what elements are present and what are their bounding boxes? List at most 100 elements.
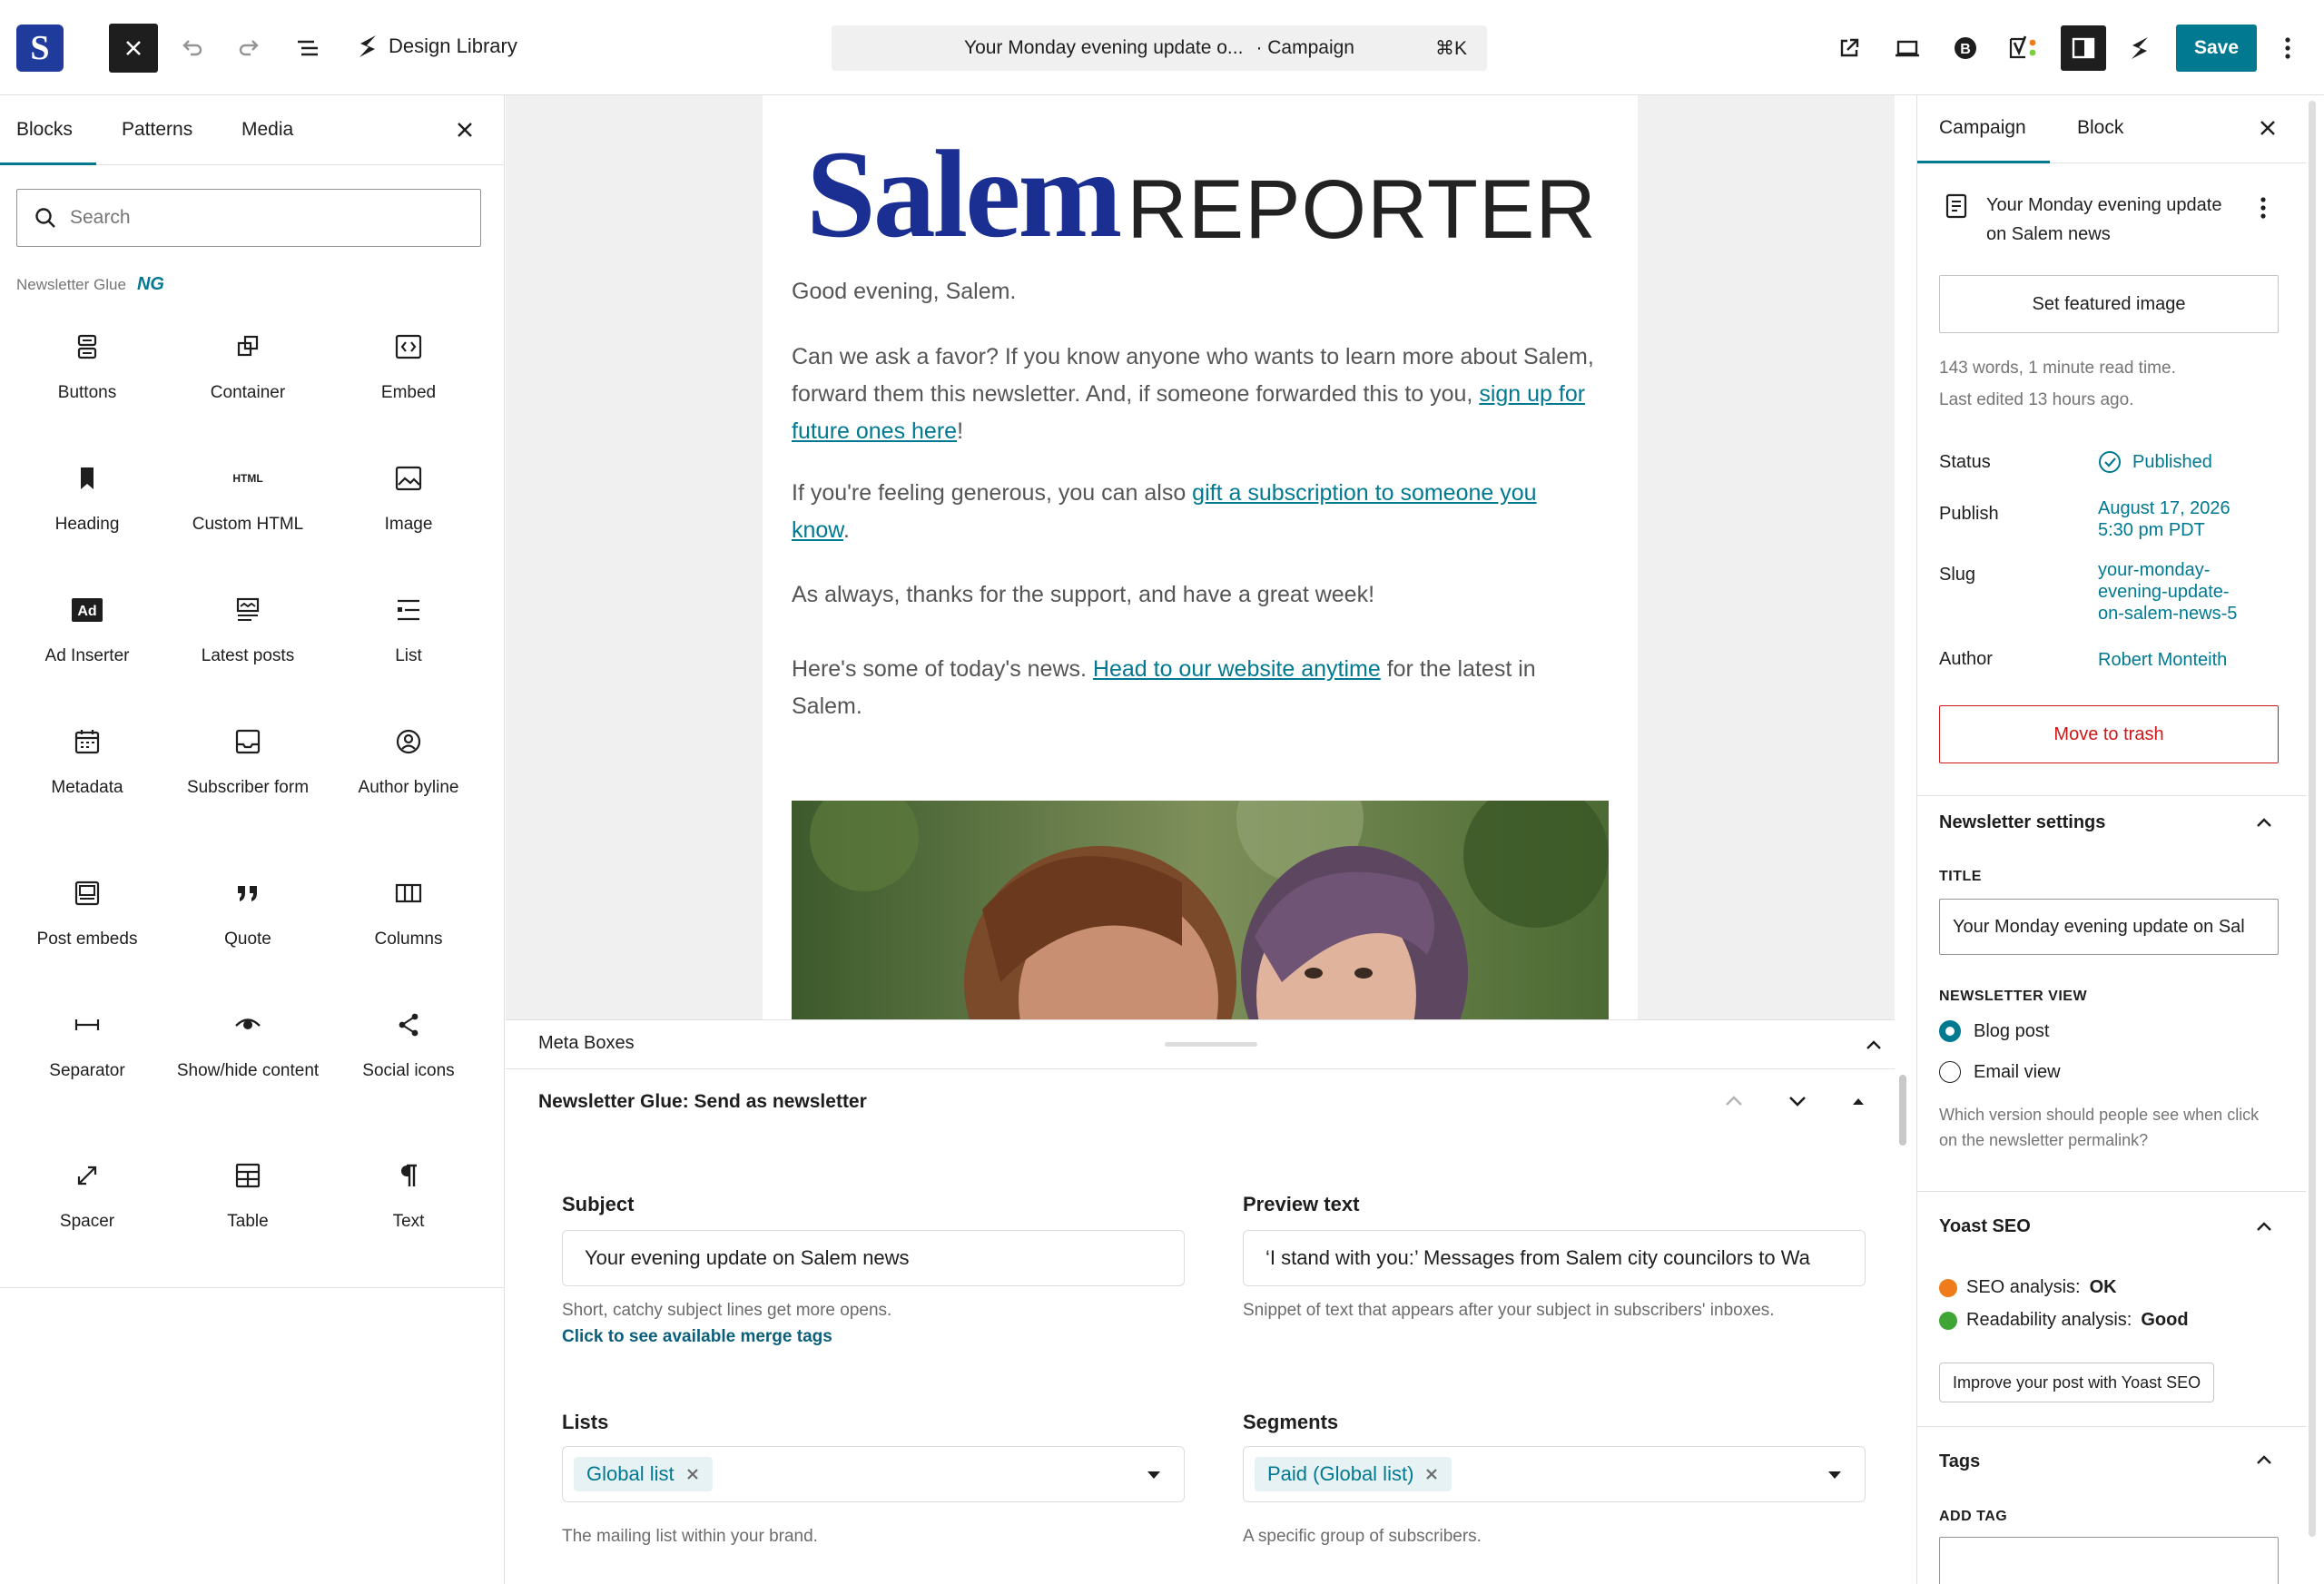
post-actions-button[interactable] bbox=[2259, 195, 2268, 221]
favor-paragraph[interactable]: Can we ask a favor? If you know anyone w… bbox=[792, 339, 1600, 450]
block-spacer[interactable]: Spacer bbox=[7, 1156, 167, 1232]
chevron-up-icon[interactable] bbox=[2253, 812, 2275, 834]
block-social-icons[interactable]: Social icons bbox=[329, 1005, 488, 1081]
chevron-up-icon[interactable] bbox=[2253, 1450, 2275, 1471]
container-icon bbox=[237, 335, 259, 357]
options-menu-button[interactable] bbox=[2270, 27, 2306, 69]
view-email-radio[interactable]: Email view bbox=[1939, 1061, 2061, 1083]
device-preview-button[interactable] bbox=[1886, 27, 1928, 69]
block-post-embeds[interactable]: Post embeds bbox=[7, 873, 167, 949]
publish-date-button[interactable]: August 17, 2026 5:30 pm PDT bbox=[2098, 497, 2230, 541]
boost-plugin-button[interactable]: B bbox=[1945, 27, 1986, 69]
block-ad-inserter[interactable]: Ad Ad Inserter bbox=[7, 590, 167, 666]
greeting-paragraph[interactable]: Good evening, Salem. bbox=[792, 273, 1600, 310]
newsletter-title-input[interactable]: Your Monday evening update on Sal bbox=[1939, 899, 2279, 955]
design-library-button[interactable]: Design Library bbox=[356, 33, 517, 60]
gift-paragraph[interactable]: If you're feeling generous, you can also… bbox=[792, 475, 1600, 549]
block-columns[interactable]: Columns bbox=[329, 873, 488, 949]
sidebar-scrollbar[interactable] bbox=[2307, 95, 2318, 1584]
boost-icon: B bbox=[1955, 37, 1976, 59]
dropdown-arrow-icon[interactable] bbox=[1146, 1469, 1162, 1481]
close-inserter-button[interactable] bbox=[109, 24, 158, 73]
chevron-up-icon[interactable] bbox=[2253, 1216, 2275, 1238]
stackable-settings-button[interactable] bbox=[2119, 27, 2161, 69]
remove-icon[interactable] bbox=[1424, 1467, 1439, 1481]
editor-canvas[interactable]: Salem REPORTER Good evening, Salem. Can … bbox=[506, 95, 1895, 1019]
remove-icon[interactable] bbox=[685, 1467, 700, 1481]
block-subscriber-form[interactable]: Subscriber form bbox=[168, 722, 328, 798]
site-logo[interactable]: S bbox=[16, 25, 64, 72]
tab-campaign[interactable]: Campaign bbox=[1917, 117, 2050, 163]
block-text[interactable]: Text bbox=[329, 1156, 488, 1232]
improve-with-yoast-button[interactable]: Improve your post with Yoast SEO bbox=[1939, 1363, 2215, 1402]
block-heading[interactable]: Heading bbox=[7, 458, 167, 535]
tab-blocks[interactable]: Blocks bbox=[0, 119, 96, 165]
move-up-button[interactable] bbox=[1722, 1089, 1746, 1113]
block-search-field[interactable] bbox=[16, 189, 481, 247]
move-to-trash-button[interactable]: Move to trash bbox=[1939, 705, 2279, 763]
toggle-panel-button[interactable] bbox=[1850, 1093, 1866, 1109]
yoast-seo-title[interactable]: Yoast SEO bbox=[1939, 1216, 2031, 1237]
block-embed[interactable]: Embed bbox=[329, 327, 488, 403]
set-featured-image-button[interactable]: Set featured image bbox=[1939, 275, 2279, 333]
thanks-paragraph[interactable]: As always, thanks for the support, and h… bbox=[792, 576, 1600, 614]
user-circle-icon bbox=[396, 729, 421, 754]
add-tag-input[interactable] bbox=[1939, 1537, 2279, 1584]
author-value[interactable]: Robert Monteith bbox=[2098, 649, 2227, 671]
resize-handle[interactable] bbox=[1165, 1042, 1257, 1047]
segment-chip[interactable]: Paid (Global list) bbox=[1255, 1457, 1452, 1491]
newsletter-content[interactable]: Salem REPORTER Good evening, Salem. Can … bbox=[763, 95, 1638, 1019]
segments-select[interactable]: Paid (Global list) bbox=[1243, 1446, 1866, 1502]
tab-patterns[interactable]: Patterns bbox=[122, 119, 192, 141]
command-palette-bar[interactable]: Your Monday evening update o... · Campai… bbox=[832, 25, 1487, 71]
block-quote[interactable]: Quote bbox=[168, 873, 328, 949]
svg-text:Ad: Ad bbox=[77, 604, 96, 619]
slug-button[interactable]: your-monday- evening-update- on-salem-ne… bbox=[2098, 559, 2237, 625]
view-blog-post-radio[interactable]: Blog post bbox=[1939, 1020, 2049, 1042]
status-value[interactable]: Published bbox=[2098, 450, 2212, 474]
block-list[interactable]: List bbox=[329, 590, 488, 666]
block-custom-html[interactable]: HTML Custom HTML bbox=[168, 458, 328, 535]
newsletter-glue-box-title[interactable]: Newsletter Glue: Send as newsletter bbox=[538, 1091, 867, 1113]
view-post-button[interactable] bbox=[1828, 27, 1870, 69]
meta-boxes-header[interactable]: Meta Boxes bbox=[506, 1020, 1895, 1069]
preview-text-input[interactable]: ‘I stand with you:’ Messages from Salem … bbox=[1243, 1230, 1866, 1286]
featured-news-photo[interactable] bbox=[792, 801, 1609, 1019]
undo-button[interactable] bbox=[171, 27, 212, 69]
settings-sidebar-toggle[interactable] bbox=[2061, 25, 2106, 71]
block-latest-posts[interactable]: Latest posts bbox=[168, 590, 328, 666]
block-metadata[interactable]: Metadata bbox=[7, 722, 167, 798]
save-button[interactable]: Save bbox=[2176, 25, 2257, 72]
lists-select[interactable]: Global list bbox=[562, 1446, 1185, 1502]
close-sidebar-button[interactable] bbox=[2257, 117, 2279, 139]
close-inserter-panel-button[interactable] bbox=[454, 119, 476, 141]
yoast-seo-button[interactable] bbox=[2003, 27, 2044, 69]
block-image[interactable]: Image bbox=[329, 458, 488, 535]
block-search-input[interactable] bbox=[70, 207, 451, 229]
document-overview-button[interactable] bbox=[287, 27, 329, 69]
tab-block[interactable]: Block bbox=[2077, 117, 2123, 139]
block-show-hide-content[interactable]: Show/hide content bbox=[168, 1005, 328, 1081]
salem-reporter-logo[interactable]: Salem REPORTER bbox=[806, 132, 1597, 257]
news-intro-paragraph[interactable]: Here's some of today's news. Head to our… bbox=[792, 651, 1600, 725]
move-down-button[interactable] bbox=[1786, 1089, 1809, 1113]
newsletter-settings-title[interactable]: Newsletter settings bbox=[1939, 812, 2105, 833]
block-table[interactable]: Table bbox=[168, 1156, 328, 1232]
chevron-up-icon bbox=[1866, 1040, 1881, 1049]
meta-scrollbar[interactable] bbox=[1897, 1069, 1906, 1584]
block-buttons[interactable]: Buttons bbox=[7, 327, 167, 403]
subject-input[interactable]: Your evening update on Salem news bbox=[562, 1230, 1185, 1286]
tab-media[interactable]: Media bbox=[241, 119, 293, 141]
collapse-meta-button[interactable] bbox=[1864, 1035, 1884, 1055]
website-link[interactable]: Head to our website anytime bbox=[1093, 656, 1381, 682]
redo-button[interactable] bbox=[229, 27, 271, 69]
block-container[interactable]: Container bbox=[168, 327, 328, 403]
merge-tags-link[interactable]: Click to see available merge tags bbox=[562, 1327, 832, 1347]
dropdown-arrow-icon[interactable] bbox=[1827, 1469, 1843, 1481]
svg-text:B: B bbox=[1960, 42, 1971, 57]
tags-title[interactable]: Tags bbox=[1939, 1451, 1980, 1472]
block-separator[interactable]: Separator bbox=[7, 1005, 167, 1081]
list-chip[interactable]: Global list bbox=[574, 1457, 713, 1491]
radio-unselected bbox=[1939, 1061, 1961, 1083]
block-author-byline[interactable]: Author byline bbox=[329, 722, 488, 798]
